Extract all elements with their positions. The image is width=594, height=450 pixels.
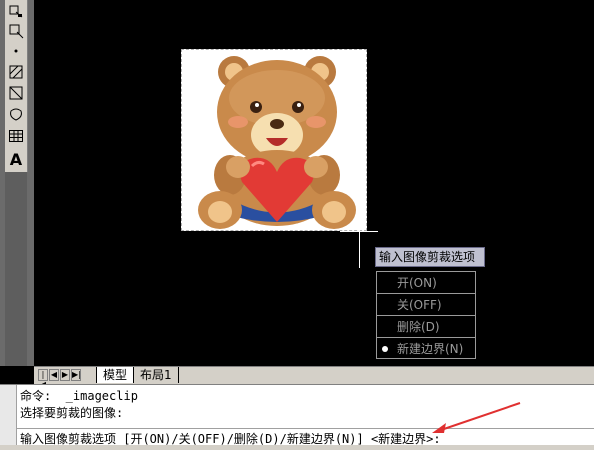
first-tab-icon[interactable]: |◀ — [38, 369, 48, 389]
menu-item-off[interactable]: 关(OFF) — [377, 294, 475, 316]
clip-options-menu: 开(ON) 关(OFF) 删除(D) 新建边界(N) — [376, 271, 476, 359]
command-window: 命令: _imageclip 选择要剪裁的图像: 输入图像剪裁选项 [开(ON)… — [0, 384, 594, 450]
menu-item-label: 关(OFF) — [397, 298, 442, 312]
menu-item-label: 删除(D) — [397, 320, 440, 334]
crosshair-cursor-horizontal — [340, 231, 378, 232]
multiline-text-icon[interactable]: A — [7, 150, 25, 169]
draw-toolbar: A — [0, 0, 34, 366]
command-history-line: 选择要剪裁的图像: — [20, 406, 124, 420]
region-icon[interactable] — [7, 105, 25, 123]
next-tab-icon[interactable]: ▶ — [60, 369, 70, 381]
prev-tab-icon[interactable]: ◀ — [49, 369, 59, 381]
menu-item-delete[interactable]: 删除(D) — [377, 316, 475, 338]
menu-item-new-boundary[interactable]: 新建边界(N) — [377, 338, 475, 360]
last-tab-icon[interactable]: ▶| — [71, 369, 81, 381]
command-history-line: 命令: _imageclip — [20, 389, 138, 403]
layout-tab-bar: |◀ ◀ ▶ ▶| 模型 布局1 — [34, 366, 594, 389]
toolbar-empty-area — [5, 172, 27, 366]
table-icon[interactable] — [7, 127, 25, 145]
point-icon[interactable] — [7, 42, 25, 60]
hatch-icon[interactable] — [7, 63, 25, 81]
menu-item-label: 新建边界(N) — [397, 342, 464, 356]
draw-toolbar-panel: A — [5, 0, 28, 172]
selected-bullet-icon — [382, 346, 388, 352]
insert-block-icon[interactable] — [7, 2, 25, 20]
tab-model[interactable]: 模型 — [96, 367, 135, 383]
make-block-icon[interactable] — [7, 22, 25, 40]
tab-layout1[interactable]: 布局1 — [134, 367, 179, 383]
command-window-bottom-bar — [0, 445, 594, 450]
teddy-bear-image[interactable] — [181, 49, 367, 231]
annotation-arrow-icon — [432, 402, 521, 433]
dynamic-input-prompt: 输入图像剪裁选项 — [375, 247, 485, 267]
command-window-handle[interactable] — [0, 385, 17, 450]
teddy-bear-illustration — [198, 56, 356, 229]
menu-item-label: 开(ON) — [397, 276, 437, 290]
gradient-icon[interactable] — [7, 84, 25, 102]
menu-item-on[interactable]: 开(ON) — [377, 272, 475, 294]
